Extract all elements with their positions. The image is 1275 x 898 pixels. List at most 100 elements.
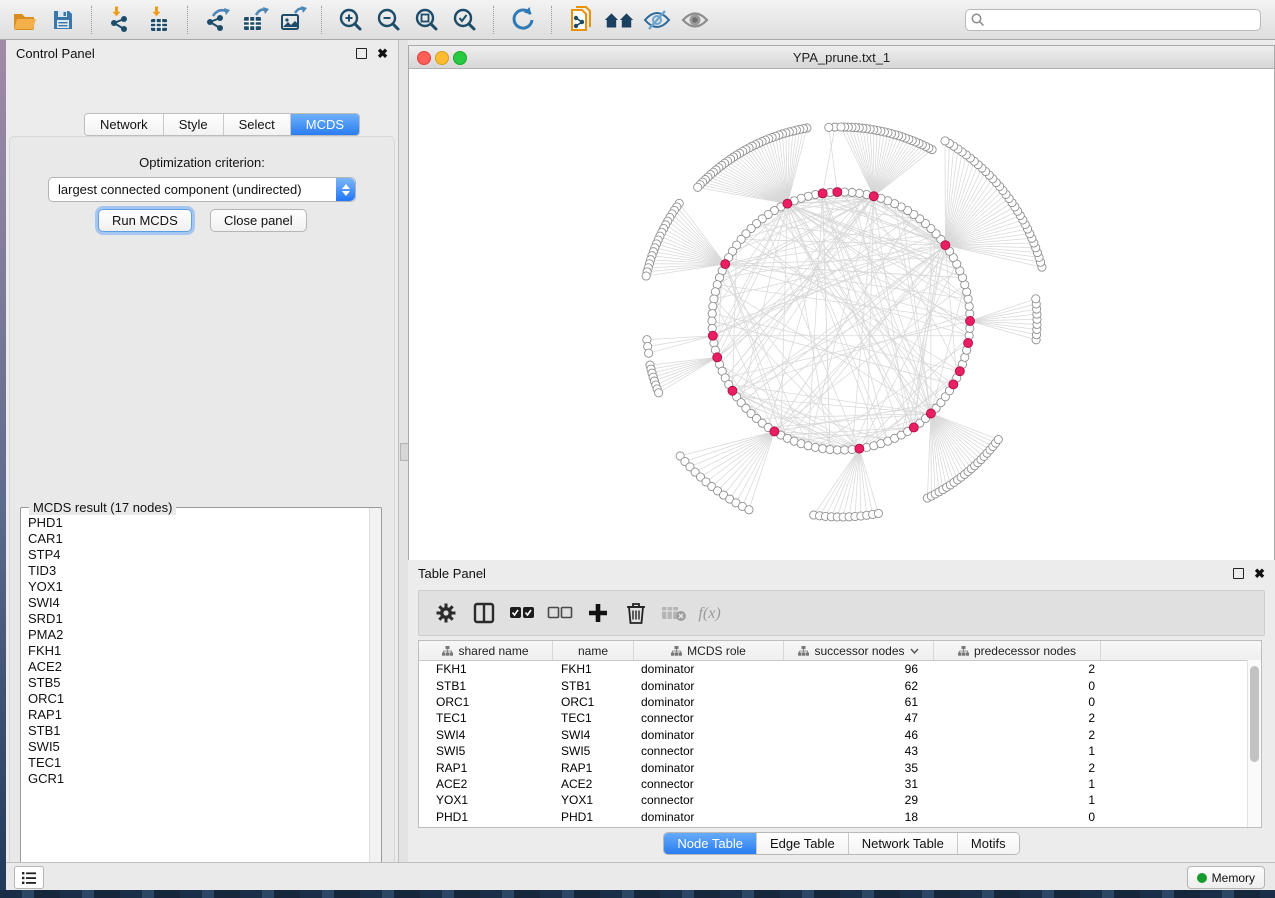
table-cell[interactable]: 47	[784, 711, 934, 725]
close-panel-icon[interactable]: ✖	[1254, 569, 1265, 578]
show-columns-icon[interactable]	[467, 596, 501, 630]
table-cell[interactable]: FKH1	[419, 662, 553, 676]
table-cell[interactable]: RAP1	[419, 761, 553, 775]
table-cell[interactable]: 31	[784, 777, 934, 791]
export-table-icon[interactable]	[239, 4, 271, 36]
network-node[interactable]	[941, 137, 949, 145]
float-panel-icon[interactable]	[1233, 568, 1244, 579]
mcds-result-item[interactable]: STB1	[28, 723, 369, 739]
mcds-result-item[interactable]: PHD1	[28, 515, 369, 531]
optimization-criterion-select[interactable]: largest connected component (undirected)	[48, 177, 356, 202]
column-header-shared-name[interactable]: shared name	[419, 641, 553, 660]
table-cell[interactable]: STB1	[419, 679, 553, 693]
table-row[interactable]: TEC1TEC1connector472	[419, 710, 1261, 726]
table-cell[interactable]: 2	[934, 728, 1101, 742]
delete-columns-trash-icon[interactable]	[619, 596, 653, 630]
table-scrollbar[interactable]	[1247, 660, 1261, 827]
unselect-all-columns-icon[interactable]	[543, 596, 577, 630]
table-row[interactable]: PHD1PHD1dominator180	[419, 809, 1261, 825]
network-overview-icon[interactable]	[603, 4, 635, 36]
table-cell[interactable]: dominator	[634, 695, 784, 709]
network-node[interactable]	[1032, 295, 1040, 303]
table-cell[interactable]: YOX1	[553, 793, 634, 807]
run-mcds-button[interactable]: Run MCDS	[98, 209, 192, 232]
mcds-node[interactable]	[966, 317, 975, 326]
float-panel-icon[interactable]	[356, 48, 367, 59]
mcds-list-scrollbar[interactable]	[369, 508, 381, 874]
save-session-icon[interactable]	[47, 4, 79, 36]
mcds-node[interactable]	[949, 380, 958, 389]
tab-style[interactable]: Style	[164, 114, 224, 135]
tab-mcds[interactable]: MCDS	[291, 114, 359, 135]
table-scrollbar-thumb[interactable]	[1250, 666, 1259, 762]
table-cell[interactable]: 96	[784, 662, 934, 676]
search-input[interactable]	[965, 9, 1261, 31]
memory-button[interactable]: Memory	[1187, 866, 1265, 889]
mcds-node[interactable]	[818, 189, 827, 198]
column-header-predecessor-nodes[interactable]: predecessor nodes	[934, 641, 1101, 660]
mcds-result-item[interactable]: ACE2	[28, 659, 369, 675]
select-all-columns-icon[interactable]	[505, 596, 539, 630]
network-node[interactable]	[745, 506, 753, 514]
table-cell[interactable]: ACE2	[419, 777, 553, 791]
mcds-node[interactable]	[783, 199, 792, 208]
export-image-icon[interactable]	[277, 4, 309, 36]
mcds-node[interactable]	[833, 188, 842, 197]
mcds-result-list[interactable]: PHD1CAR1STP4TID3YOX1SWI4SRD1PMA2FKH1ACE2…	[22, 511, 369, 873]
table-cell[interactable]: connector	[634, 744, 784, 758]
table-cell[interactable]: 2	[934, 662, 1101, 676]
table-cell[interactable]: RAP1	[553, 761, 634, 775]
open-session-icon[interactable]	[9, 4, 41, 36]
mcds-node[interactable]	[855, 444, 864, 453]
mcds-node[interactable]	[941, 241, 950, 250]
show-graphics-eye-icon[interactable]	[679, 4, 711, 36]
network-node[interactable]	[694, 183, 702, 191]
mcds-node[interactable]	[770, 427, 779, 436]
mcds-result-item[interactable]: TID3	[28, 563, 369, 579]
table-cell[interactable]: ORC1	[553, 695, 634, 709]
table-cell[interactable]: 2	[934, 761, 1101, 775]
network-node[interactable]	[711, 288, 719, 296]
mcds-node[interactable]	[713, 353, 722, 362]
tab-select[interactable]: Select	[224, 114, 291, 135]
network-node[interactable]	[642, 272, 650, 280]
column-header-name[interactable]: name	[553, 641, 634, 660]
table-cell[interactable]: 2	[934, 711, 1101, 725]
table-cell[interactable]: connector	[634, 777, 784, 791]
table-cell[interactable]: 0	[934, 679, 1101, 693]
table-cell[interactable]: 29	[784, 793, 934, 807]
table-row[interactable]: STB1STB1dominator620	[419, 677, 1261, 693]
table-cell[interactable]: 1	[934, 744, 1101, 758]
task-history-button[interactable]	[14, 866, 44, 889]
close-panel-icon[interactable]: ✖	[377, 49, 388, 58]
mcds-result-item[interactable]: SRD1	[28, 611, 369, 627]
table-cell[interactable]: 1	[934, 777, 1101, 791]
network-node[interactable]	[655, 389, 663, 397]
mcds-result-item[interactable]: STP4	[28, 547, 369, 563]
table-cell[interactable]: 62	[784, 679, 934, 693]
tab-motifs[interactable]: Motifs	[958, 833, 1019, 854]
table-cell[interactable]: 1	[934, 793, 1101, 807]
table-cell[interactable]: SWI4	[553, 728, 634, 742]
hide-panels-eye-icon[interactable]	[641, 4, 673, 36]
mcds-result-item[interactable]: PMA2	[28, 627, 369, 643]
mcds-result-item[interactable]: TEC1	[28, 755, 369, 771]
table-cell[interactable]: 35	[784, 761, 934, 775]
table-row[interactable]: ORC1ORC1dominator610	[419, 694, 1261, 710]
mcds-result-item[interactable]: FKH1	[28, 643, 369, 659]
table-cell[interactable]: PHD1	[419, 810, 553, 824]
table-cell[interactable]: ORC1	[419, 695, 553, 709]
zoom-out-icon[interactable]	[373, 4, 405, 36]
mcds-node[interactable]	[964, 338, 973, 347]
mcds-result-item[interactable]: RAP1	[28, 707, 369, 723]
table-row[interactable]: SWI4SWI4dominator462	[419, 727, 1261, 743]
mcds-node[interactable]	[721, 260, 730, 269]
zoom-selected-icon[interactable]	[449, 4, 481, 36]
table-cell[interactable]: SWI4	[419, 728, 553, 742]
table-cell[interactable]: YOX1	[419, 793, 553, 807]
network-node[interactable]	[645, 349, 653, 357]
table-cell[interactable]: 18	[784, 810, 934, 824]
table-cell[interactable]: TEC1	[419, 711, 553, 725]
tab-network-table[interactable]: Network Table	[849, 833, 958, 854]
table-cell[interactable]: dominator	[634, 662, 784, 676]
